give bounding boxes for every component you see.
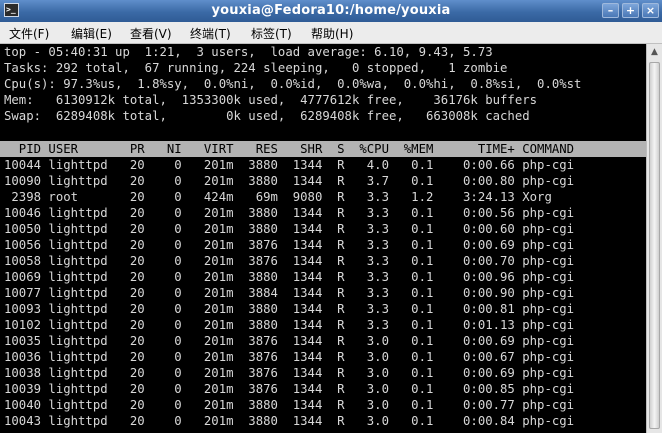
process-row: 10093 lighttpd 20 0 201m 3880 1344 R 3.3…: [4, 302, 582, 316]
process-row: 10038 lighttpd 20 0 201m 3876 1344 R 3.0…: [4, 366, 582, 380]
menu-edit[interactable]: 编辑(E): [71, 25, 112, 42]
menu-view[interactable]: 查看(V): [130, 25, 172, 42]
mem-line: Mem: 6130912k total, 1353300k used, 4777…: [4, 93, 538, 107]
column-header: PID USER PR NI VIRT RES SHR S %CPU %MEM …: [4, 142, 582, 156]
menu-file[interactable]: 文件(F): [9, 25, 49, 42]
terminal-window: >_ youxia@Fedora10:/home/youxia – + × 文件…: [0, 0, 662, 433]
process-row: 10090 lighttpd 20 0 201m 3880 1344 R 3.7…: [4, 174, 582, 188]
scrollbar-thumb[interactable]: [649, 62, 660, 429]
process-row: 10036 lighttpd 20 0 201m 3876 1344 R 3.0…: [4, 350, 582, 364]
process-row: 10039 lighttpd 20 0 201m 3876 1344 R 3.0…: [4, 382, 582, 396]
title-bar[interactable]: >_ youxia@Fedora10:/home/youxia – + ×: [0, 0, 662, 22]
process-row: 10069 lighttpd 20 0 201m 3880 1344 R 3.3…: [4, 270, 582, 284]
terminal-output[interactable]: top - 05:40:31 up 1:21, 3 users, load av…: [0, 44, 646, 433]
process-row: 10050 lighttpd 20 0 201m 3880 1344 R 3.3…: [4, 222, 582, 236]
process-row: 10040 lighttpd 20 0 201m 3880 1344 R 3.0…: [4, 398, 582, 412]
close-button[interactable]: ×: [642, 3, 659, 18]
process-row: 10046 lighttpd 20 0 201m 3880 1344 R 3.3…: [4, 206, 582, 220]
cpu-line: Cpu(s): 97.3%us, 1.8%sy, 0.0%ni, 0.0%id,…: [4, 77, 582, 91]
process-row: 10043 lighttpd 20 0 201m 3880 1344 R 3.0…: [4, 414, 582, 428]
tasks-line: Tasks: 292 total, 67 running, 224 sleepi…: [4, 61, 508, 75]
process-row: 10056 lighttpd 20 0 201m 3876 1344 R 3.3…: [4, 238, 582, 252]
process-row: 10035 lighttpd 20 0 201m 3876 1344 R 3.0…: [4, 334, 582, 348]
menu-bar: 文件(F) 编辑(E) 查看(V) 终端(T) 标签(T) 帮助(H): [0, 22, 662, 44]
swap-line: Swap: 6289408k total, 0k used, 6289408k …: [4, 109, 530, 123]
menu-help[interactable]: 帮助(H): [311, 25, 353, 42]
menu-tabs[interactable]: 标签(T): [251, 25, 292, 42]
process-row: 2398 root 20 0 424m 69m 9080 R 3.3 1.2 3…: [4, 190, 582, 204]
uptime-line: top - 05:40:31 up 1:21, 3 users, load av…: [4, 45, 493, 59]
process-row: 10077 lighttpd 20 0 201m 3884 1344 R 3.3…: [4, 286, 582, 300]
minimize-button[interactable]: –: [602, 3, 619, 18]
process-row: 10044 lighttpd 20 0 201m 3880 1344 R 4.0…: [4, 158, 582, 172]
maximize-button[interactable]: +: [622, 3, 639, 18]
menu-terminal[interactable]: 终端(T): [190, 25, 231, 42]
window-title: youxia@Fedora10:/home/youxia: [211, 3, 451, 18]
process-row: 10058 lighttpd 20 0 201m 3876 1344 R 3.3…: [4, 254, 582, 268]
scroll-up-icon[interactable]: ▲: [649, 46, 660, 58]
vertical-scrollbar[interactable]: ▲: [646, 44, 662, 433]
process-row: 10102 lighttpd 20 0 201m 3880 1344 R 3.3…: [4, 318, 582, 332]
